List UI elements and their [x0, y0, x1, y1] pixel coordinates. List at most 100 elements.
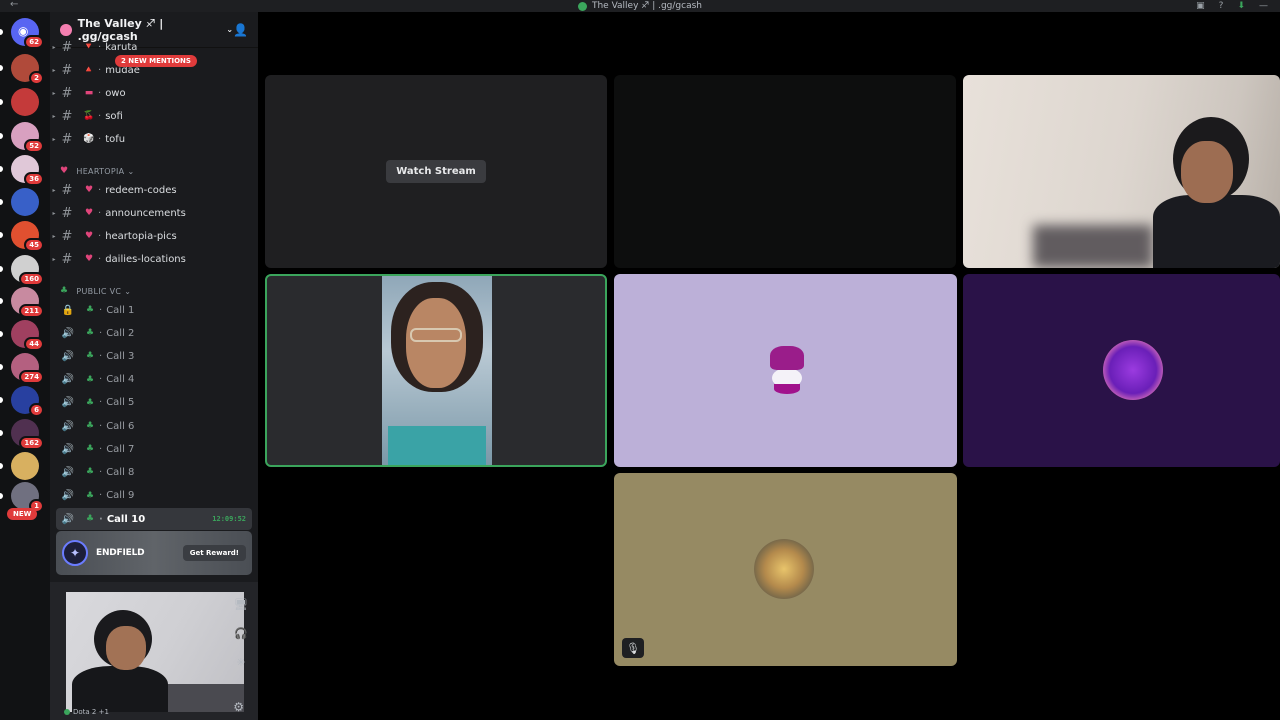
clover-icon: ♣ — [85, 351, 95, 362]
server-icon — [60, 23, 72, 36]
unread-badge: 160 — [19, 272, 44, 286]
download-icon[interactable]: ⬇ — [1237, 1, 1245, 11]
server-icon-5[interactable]: 36 — [11, 155, 44, 186]
hash-icon: # — [61, 108, 73, 124]
voice-channel[interactable]: 🔊 ♣ · Call 4 — [50, 369, 258, 391]
voice-channel[interactable]: 🔊 ♣ · Call 2 — [50, 322, 258, 344]
unread-badge: 44 — [24, 337, 44, 351]
channel-name: redeem-codes — [105, 184, 177, 196]
unread-badge: 36 — [24, 172, 44, 186]
hash-icon: # — [61, 39, 73, 55]
server-icon-4[interactable]: 52 — [11, 122, 44, 153]
participant-camera-tile[interactable] — [963, 75, 1280, 268]
server-icon-6[interactable] — [11, 188, 39, 216]
server-icon-15[interactable]: 1 — [11, 482, 44, 513]
active-voice-channel[interactable]: 🔊 ♣ · Call 10 12:09:52 — [56, 508, 252, 530]
server-icon-11[interactable]: 274 — [11, 353, 44, 384]
server-icon-13[interactable]: 162 — [11, 419, 44, 450]
stream-tile[interactable]: Watch Stream — [265, 75, 607, 268]
channel-name: Call 4 — [106, 374, 135, 386]
separator: · — [99, 420, 103, 432]
channel-emoji-icon: ♥ — [84, 208, 94, 218]
server-icon-12[interactable]: 6 — [11, 386, 44, 417]
text-channel[interactable]: ▸ # 🎲 · tofu — [50, 128, 258, 150]
server-icon-3[interactable] — [11, 88, 39, 116]
endfield-promo[interactable]: ✦ ENDFIELD Get Reward! — [56, 531, 252, 575]
speaker-icon: 🔊 — [61, 443, 75, 455]
server-icon-14[interactable] — [11, 452, 39, 480]
clover-icon: ♣ — [85, 374, 95, 385]
category-label: HEARTOPIA — [76, 166, 125, 176]
separator: · — [99, 443, 103, 455]
voice-channel[interactable]: 🔊 ♣ · Call 3 — [50, 345, 258, 367]
text-channel[interactable]: ▸ # ▬ · owo — [50, 82, 258, 104]
clover-icon: ♣ — [85, 397, 95, 408]
chevron-down-icon: ⌄ — [226, 25, 234, 34]
voice-channel[interactable]: 🔊 ♣ · Call 7 — [50, 438, 258, 460]
text-channel[interactable]: ▸ # ♥ · redeem-codes — [50, 179, 258, 201]
settings-gear-icon[interactable]: ⚙ — [233, 700, 244, 714]
channel-name: heartopia-pics — [105, 230, 177, 242]
soundboard-icon[interactable]: ✳ — [234, 656, 248, 669]
participant-avatar-tile-lavender[interactable] — [614, 274, 957, 467]
help-icon[interactable]: ? — [1219, 1, 1224, 11]
unread-pill — [0, 298, 3, 304]
unread-pill — [0, 266, 3, 272]
invite-people-icon[interactable]: 👤 — [233, 23, 248, 37]
speaker-icon: 🔊 — [61, 397, 75, 409]
category-public-vc[interactable]: ♣ PUBLIC VC ⌄ — [60, 286, 131, 296]
hash-icon: # — [61, 228, 73, 244]
headphones-icon[interactable]: 🎧 — [234, 627, 248, 640]
watch-stream-button[interactable]: Watch Stream — [386, 160, 486, 183]
voice-channel[interactable]: 🔊 ♣ · Call 5 — [50, 392, 258, 414]
online-status-icon — [64, 709, 70, 715]
voice-stage: Watch Stream 🎙 — [258, 12, 1280, 720]
screen-share-icon[interactable]: 🖥 — [234, 598, 248, 611]
unread-badge: 62 — [24, 35, 44, 49]
unread-pill — [0, 397, 3, 403]
voice-channel[interactable]: 🔊 ♣ · Call 6 — [50, 415, 258, 437]
text-channel[interactable]: ▸ # ♥ · dailies-locations — [50, 248, 258, 270]
server-icon-2[interactable]: 2 — [11, 54, 44, 85]
server-icon-9[interactable]: 211 — [11, 287, 44, 318]
category-heartopia[interactable]: ♥ HEARTOPIA ⌄ — [60, 166, 134, 176]
chevron-down-icon: ⌄ — [127, 166, 135, 176]
minimize-icon[interactable]: — — [1259, 1, 1268, 11]
separator: · — [98, 87, 102, 99]
separator: · — [98, 133, 102, 145]
new-mentions-badge[interactable]: 2 NEW MENTIONS — [115, 55, 197, 67]
channel-sidebar: The Valley ♐ | .gg/gcash ⌄ 👤 2 NEW MENTI… — [50, 12, 258, 720]
channel-name: announcements — [105, 207, 186, 219]
text-channel[interactable]: ▸ # ♥ · heartopia-pics — [50, 225, 258, 247]
participant-avatar-tile-khaki[interactable]: 🎙 — [614, 473, 957, 666]
unread-pill — [0, 166, 3, 172]
voice-channel[interactable]: 🔒 ♣ · Call 1 — [50, 299, 258, 321]
speaking-participant-tile[interactable] — [265, 274, 607, 467]
participant-tile-dark[interactable] — [614, 75, 956, 268]
channel-name: Call 5 — [106, 397, 135, 409]
channel-name: dailies-locations — [105, 253, 186, 265]
back-arrow-icon[interactable]: ← — [10, 0, 18, 10]
channel-name: Call 8 — [106, 466, 135, 478]
voice-channel[interactable]: 🔊 ♣ · Call 9 — [50, 485, 258, 507]
get-reward-button[interactable]: Get Reward! — [182, 545, 246, 561]
server-icon-10[interactable]: 44 — [11, 320, 44, 351]
participant-avatar-tile-purple[interactable] — [963, 274, 1280, 467]
text-channel[interactable]: ▸ # ♥ · announcements — [50, 202, 258, 224]
inbox-icon[interactable]: ▣ — [1196, 1, 1205, 11]
channel-emoji-icon: ♥ — [84, 254, 94, 264]
unread-badge: 52 — [24, 139, 44, 153]
unread-badge: 162 — [19, 436, 44, 450]
clover-icon: ♣ — [85, 444, 95, 455]
new-badge[interactable]: NEW — [7, 508, 38, 520]
server-icon-8[interactable]: 160 — [11, 255, 44, 286]
unread-pill — [0, 133, 3, 139]
avatar — [766, 346, 808, 396]
unread-pill — [0, 232, 3, 238]
server-icon-1[interactable]: ◉ 62 — [11, 18, 44, 49]
text-channel[interactable]: ▸ # 🍒 · sofi — [50, 105, 258, 127]
server-icon-7[interactable]: 45 — [11, 221, 44, 252]
unread-pill — [0, 430, 3, 436]
voice-channel[interactable]: 🔊 ♣ · Call 8 — [50, 461, 258, 483]
channel-emoji-icon: ♥ — [84, 231, 94, 241]
